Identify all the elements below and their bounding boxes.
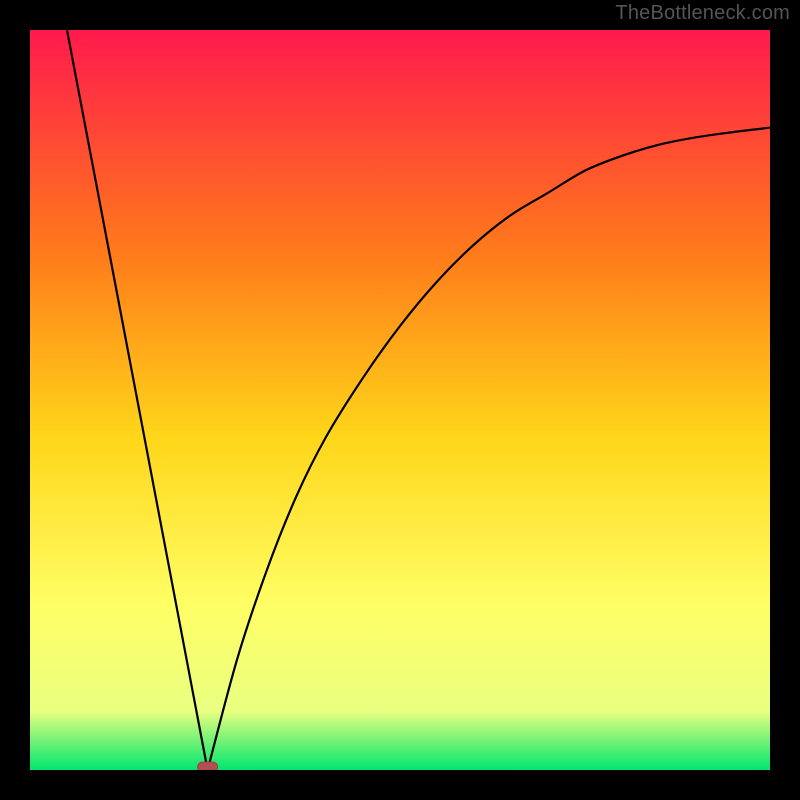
- chart-container: TheBottleneck.com: [0, 0, 800, 800]
- minimum-marker: [198, 762, 218, 770]
- gradient-background: [30, 30, 770, 770]
- watermark-text: TheBottleneck.com: [615, 2, 790, 25]
- plot-area: [30, 30, 770, 770]
- chart-svg: [30, 30, 770, 770]
